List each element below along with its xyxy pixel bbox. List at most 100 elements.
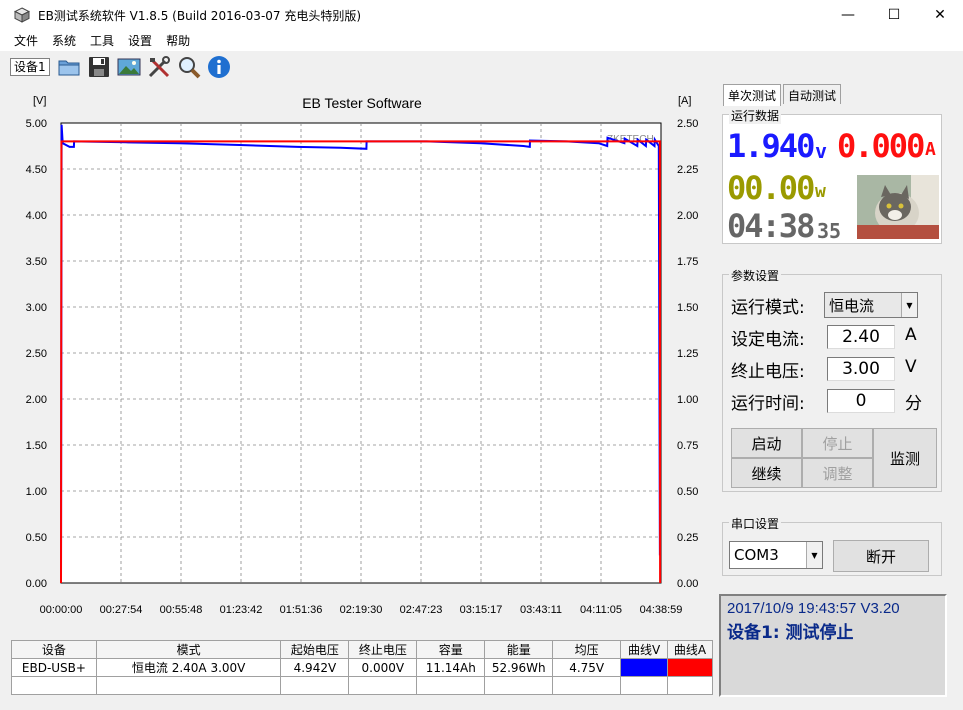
tab-single-test[interactable]: 单次测试 — [723, 84, 782, 106]
mode-select-value: 恒电流 — [829, 296, 875, 315]
x-axis-ticks: 00:00:00 00:27:54 00:55:48 01:23:42 01:51:36… — [40, 604, 683, 616]
y-right-tick-label: 2.00 — [677, 210, 698, 222]
com-port-select[interactable]: COM3 ▼ — [729, 541, 823, 569]
tab-auto-test[interactable]: 自动测试 — [783, 84, 842, 104]
voltage-current-chart: EB Tester Software [V] [A] 5.00 4.50 4.00 3… — [26, 95, 699, 616]
power-unit: w — [815, 181, 826, 202]
status-box: 2017/10/9 19:43:57 V3.20 设备1: 测试停止 — [719, 594, 947, 697]
current-set-label: 设定电流: — [731, 330, 805, 350]
runtime-unit: 分 — [905, 394, 922, 414]
close-button[interactable]: ✕ — [917, 0, 963, 30]
current-set-unit: A — [905, 325, 917, 345]
current-set-input[interactable]: 2.40 — [827, 325, 895, 349]
continue-button[interactable]: 继续 — [731, 458, 802, 488]
table-row[interactable]: EBD-USB+ 恒电流 2.40A 3.00V 4.942V 0.000V 1… — [11, 658, 713, 677]
monitor-button[interactable]: 监测 — [873, 428, 937, 488]
runtime-input[interactable]: 0 — [827, 389, 895, 413]
empty-cell — [348, 676, 418, 695]
chevron-down-icon[interactable]: ▼ — [901, 293, 917, 317]
menu-help[interactable]: 帮助 — [159, 32, 197, 49]
x-tick-label: 04:38:59 — [640, 604, 683, 616]
runtime-data-group: 运行数据 1.940 v 0.000 A 00.00 w 04:38 35 — [722, 107, 942, 245]
y-left-tick-label: 2.00 — [26, 394, 47, 406]
curve-a-swatch[interactable] — [667, 658, 713, 677]
status-timestamp: 2017/10/9 19:43:57 V3.20 — [727, 600, 900, 617]
x-tick-label: 03:15:17 — [460, 604, 503, 616]
header-start-voltage: 起始电压 — [280, 640, 350, 659]
x-tick-label: 02:19:30 — [340, 604, 383, 616]
y-left-tick-label: 3.00 — [26, 302, 47, 314]
y-right-tick-label: 1.25 — [677, 348, 698, 360]
x-tick-label: 00:55:48 — [160, 604, 203, 616]
left-axis-ticks: 5.00 4.50 4.00 3.50 3.00 2.50 2.00 1.50 1.00 0.50… — [26, 118, 47, 590]
right-axis-unit: [A] — [678, 95, 691, 107]
y-left-tick-label: 4.00 — [26, 210, 47, 222]
empty-cell — [11, 676, 97, 695]
search-icon[interactable] — [176, 54, 202, 80]
chart-title: EB Tester Software — [302, 95, 422, 111]
app-cube-icon — [14, 7, 30, 23]
image-icon[interactable] — [116, 54, 142, 80]
table-empty-row — [11, 676, 713, 695]
header-curve-a: 曲线A — [667, 640, 713, 659]
y-right-tick-label: 2.25 — [677, 164, 698, 176]
cutoff-voltage-input[interactable]: 3.00 — [827, 357, 895, 381]
empty-cell — [416, 676, 486, 695]
y-left-tick-label: 4.50 — [26, 164, 47, 176]
x-tick-label: 01:51:36 — [280, 604, 323, 616]
y-left-tick-label: 0.50 — [26, 532, 47, 544]
header-end-voltage: 终止电压 — [348, 640, 418, 659]
empty-cell — [95, 676, 282, 695]
info-icon[interactable] — [206, 54, 232, 80]
mode-select[interactable]: 恒电流 ▼ — [824, 292, 918, 318]
y-right-tick-label: 2.50 — [677, 118, 698, 130]
cell-avg-voltage: 4.75V — [552, 658, 622, 677]
device-1-button[interactable]: 设备1 — [10, 58, 50, 76]
y-left-tick-label: 2.50 — [26, 348, 47, 360]
adjust-button[interactable]: 调整 — [802, 458, 873, 488]
status-message: 设备1: 测试停止 — [727, 623, 854, 643]
header-curve-v: 曲线V — [620, 640, 669, 659]
control-panel: 单次测试 自动测试 运行数据 1.940 v 0.000 A 00.00 w 0… — [719, 84, 947, 697]
menu-settings[interactable]: 设置 — [121, 32, 159, 49]
chart-panel: EB Tester Software [V] [A] 5.00 4.50 4.00 3… — [0, 84, 716, 632]
y-left-tick-label: 1.00 — [26, 486, 47, 498]
empty-cell — [484, 676, 554, 695]
header-mode: 模式 — [95, 640, 282, 659]
y-right-tick-label: 1.00 — [677, 394, 698, 406]
y-right-tick-label: 0.00 — [677, 578, 698, 590]
tools-icon[interactable] — [146, 54, 172, 80]
curve-v-swatch[interactable] — [620, 658, 669, 677]
runtime-label: 运行时间: — [731, 394, 805, 414]
header-avg-voltage: 均压 — [552, 640, 622, 659]
minimize-button[interactable]: — — [825, 0, 871, 30]
x-tick-label: 00:27:54 — [100, 604, 143, 616]
y-right-tick-label: 0.75 — [677, 440, 698, 452]
menu-tools[interactable]: 工具 — [83, 32, 121, 49]
y-left-tick-label: 1.50 — [26, 440, 47, 452]
folder-icon[interactable] — [56, 54, 82, 80]
save-icon[interactable] — [86, 54, 112, 80]
current-display: 0.000 — [837, 127, 925, 165]
disconnect-button[interactable]: 断开 — [833, 540, 929, 572]
x-tick-label: 03:43:11 — [520, 604, 562, 616]
params-title: 参数设置 — [729, 267, 782, 284]
start-button[interactable]: 启动 — [731, 428, 802, 458]
cell-start-voltage: 4.942V — [280, 658, 350, 677]
serial-title: 串口设置 — [729, 515, 782, 532]
table-header-row: 设备 模式 起始电压 终止电压 容量 能量 均压 曲线V 曲线A — [11, 640, 713, 659]
menu-bar: 文件 系统 工具 设置 帮助 — [0, 30, 963, 51]
cell-mode: 恒电流 2.40A 3.00V — [95, 658, 282, 677]
menu-system[interactable]: 系统 — [45, 32, 83, 49]
chevron-down-icon[interactable]: ▼ — [806, 542, 822, 568]
maximize-button[interactable]: ☐ — [871, 0, 917, 30]
stop-button[interactable]: 停止 — [802, 428, 873, 458]
menu-file[interactable]: 文件 — [0, 32, 45, 49]
header-capacity: 容量 — [416, 640, 486, 659]
y-left-tick-label: 0.00 — [26, 578, 47, 590]
cell-capacity: 11.14Ah — [416, 658, 486, 677]
voltage-unit: v — [815, 139, 828, 163]
serial-group: 串口设置 COM3 ▼ 断开 — [722, 515, 942, 576]
header-device: 设备 — [11, 640, 97, 659]
y-right-tick-label: 1.75 — [677, 256, 698, 268]
